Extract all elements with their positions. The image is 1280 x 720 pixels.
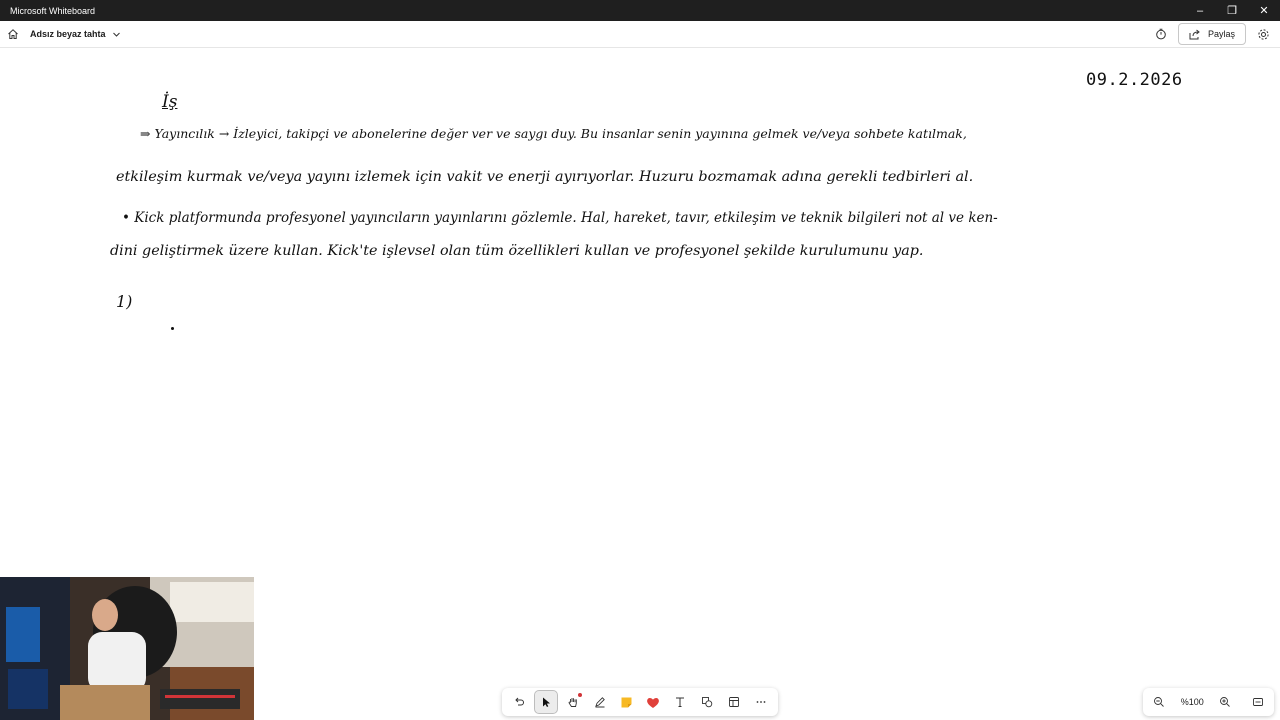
sticky-note-icon [621, 697, 632, 707]
hand-pan-icon [568, 698, 577, 707]
share-icon [1189, 29, 1200, 39]
fit-screen-icon [1252, 698, 1263, 706]
shapes-icon [702, 697, 713, 708]
board-line-3: • Kick platformunda profesyonel yayıncıl… [122, 210, 998, 226]
reaction-tool[interactable] [642, 691, 664, 713]
fit-to-screen-button[interactable] [1247, 691, 1269, 713]
templates-icon [728, 697, 739, 707]
timer-icon [1156, 28, 1166, 40]
board-line-2: etkileşim kurmak ve/veya yayını izlemek … [116, 169, 974, 185]
close-button[interactable]: ✕ [1248, 0, 1280, 21]
settings-button[interactable] [1252, 23, 1274, 45]
share-label: Paylaş [1207, 29, 1235, 39]
reaction-heart-icon [647, 697, 660, 708]
templates-tool[interactable] [723, 691, 745, 713]
window-title: Microsoft Whiteboard [10, 5, 96, 16]
gear-icon [1257, 28, 1269, 40]
app-bar: Adsız beyaz tahta Paylaş [0, 21, 1280, 48]
recording-dot [577, 693, 582, 697]
zoom-controls: %100 [1143, 688, 1274, 716]
select-tool[interactable] [534, 690, 559, 714]
board-line-1: ⇒ Yayıncılık → İzleyici, takipçi ve abon… [140, 126, 967, 141]
sticky-note-tool[interactable] [616, 691, 638, 713]
pan-tool[interactable] [562, 691, 584, 713]
bottom-toolbar [502, 688, 778, 716]
window-titlebar: Microsoft Whiteboard – ❐ ✕ [0, 0, 1280, 21]
zoom-in-icon [1220, 697, 1231, 707]
share-button[interactable]: Paylaş [1177, 23, 1246, 45]
board-date: 09.2.2026 [1086, 70, 1183, 90]
select-pointer-icon [543, 697, 551, 707]
webcam-overlay [0, 577, 254, 720]
webcam-feed [0, 577, 254, 720]
home-icon [8, 29, 18, 39]
restore-button[interactable]: ❐ [1216, 0, 1248, 21]
text-tool[interactable] [669, 691, 691, 713]
home-button[interactable] [0, 21, 26, 47]
pen-tool[interactable] [589, 691, 611, 713]
board-name-dropdown[interactable]: Adsız beyaz tahta [30, 29, 121, 39]
board-name: Adsız beyaz tahta [30, 29, 106, 39]
board-line-4: dini geliştirmek üzere kullan. Kick'te i… [110, 243, 924, 259]
shapes-tool[interactable] [696, 691, 718, 713]
more-icon [756, 701, 765, 703]
zoom-level[interactable]: %100 [1181, 697, 1204, 707]
zoom-out-button[interactable] [1148, 691, 1170, 713]
chevron-down-icon [112, 32, 120, 37]
ink-dot [171, 327, 174, 330]
text-icon [676, 697, 685, 707]
more-tools-button[interactable] [750, 691, 772, 713]
zoom-out-icon [1154, 697, 1165, 707]
minimize-button[interactable]: – [1184, 0, 1216, 21]
timer-button[interactable] [1150, 23, 1172, 45]
undo-button[interactable] [508, 691, 530, 713]
pen-icon [595, 697, 605, 708]
undo-icon [515, 697, 525, 706]
board-list-marker: 1) [116, 292, 133, 311]
zoom-in-button[interactable] [1214, 691, 1236, 713]
board-heading: İş [162, 92, 178, 112]
